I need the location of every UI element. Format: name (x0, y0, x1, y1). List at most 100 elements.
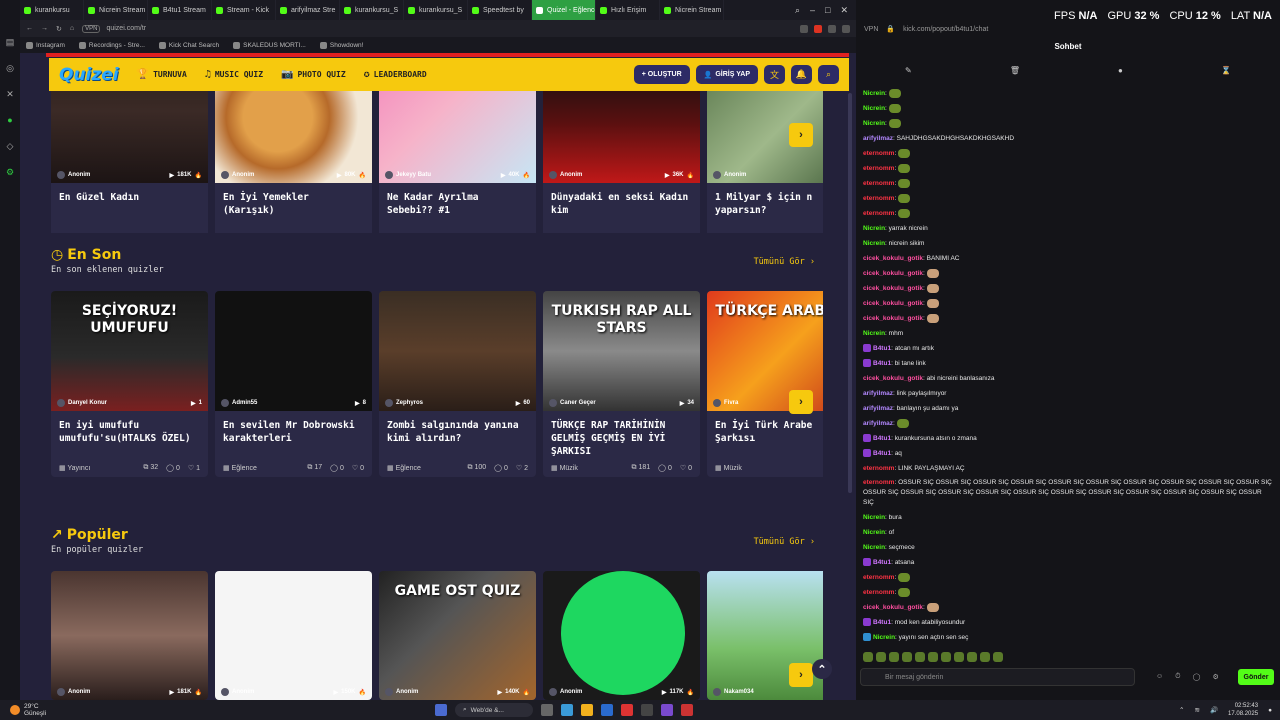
quiz-card[interactable]: Anonim ▶181K🔥 En Güzel Kadın▦ Güzellik⧉ 61… (51, 91, 208, 233)
bubble-icon[interactable]: ◯ (1193, 673, 1201, 681)
quiz-thumbnail[interactable]: GAME OST QUIZ Anonim ▶ 140K 🔥 (379, 571, 536, 700)
chat-username[interactable]: eternomm (863, 180, 894, 187)
browser-tab[interactable]: B4tu1 Stream (148, 0, 212, 20)
quiz-card[interactable]: Anonim 1 Milyar $ için n yaparsın?▦ Eğlen… (707, 91, 823, 233)
chat-username[interactable]: Nicrein (863, 90, 885, 97)
chat-username[interactable]: eternomm (863, 574, 894, 581)
chat-username[interactable]: Nicrein (863, 330, 885, 337)
chat-username[interactable]: Nicrein (863, 120, 885, 127)
quiz-thumbnail[interactable]: Anonim ▶ 150K 🔥 (215, 571, 372, 700)
quiz-title[interactable]: Dünyadaki en seksi Kadın kim (543, 183, 700, 231)
next-arrow-button[interactable]: › (789, 123, 813, 147)
quiz-card[interactable]: Zephyros ▶ 60 Zombi salgınında yanına kimi … (379, 291, 536, 477)
quiz-card[interactable]: Anonim ▶80K🔥 En İyi Yemekler (Karışık)▦ Ye… (215, 91, 372, 233)
quiz-thumbnail[interactable]: Anonim ▶ 181K 🔥 (51, 571, 208, 700)
quiz-thumbnail[interactable]: Anonim ▶ 117K 🔥 (543, 571, 700, 700)
menu-icon[interactable] (842, 24, 850, 33)
emote-icon[interactable] (915, 652, 925, 662)
quiz-card[interactable]: TÜRKÇE ARABESK Fivra En İyi Türk Arabe Şar… (707, 291, 823, 477)
dock-icon-3[interactable]: ◇ (4, 140, 16, 152)
app-icon[interactable] (641, 704, 653, 716)
home-icon[interactable]: ⌂ (70, 25, 74, 32)
bubble-icon[interactable]: ● (1118, 66, 1123, 78)
emote-icon[interactable] (941, 652, 951, 662)
chat-username[interactable]: Nicrein (863, 514, 885, 521)
quiz-card[interactable]: GAME OST QUIZ Anonim ▶ 140K 🔥 (379, 571, 536, 700)
chat-username[interactable]: arifyilmaz (863, 135, 893, 142)
quiz-title[interactable]: Ne Kadar Ayrılma Sebebi?? #1 (379, 183, 536, 231)
emote-icon[interactable] (928, 652, 938, 662)
emote-icon[interactable] (902, 652, 912, 662)
page-scrollbar[interactable] (848, 93, 852, 493)
emote-icon[interactable] (889, 652, 899, 662)
quiz-thumbnail[interactable]: SEÇİYORUZ! UMUFUFU Danyel Konur ▶ 1 (51, 291, 208, 411)
chat-username[interactable]: cicek_kokulu_gotik (863, 270, 923, 277)
site-logo[interactable]: Quizei (59, 65, 119, 85)
volume-icon[interactable]: 🔊 (1210, 706, 1218, 714)
chat-username[interactable]: eternomm (863, 165, 894, 172)
timer-icon[interactable]: ⏱ (1175, 673, 1180, 681)
search-tabs-icon[interactable]: ⌕ (795, 5, 800, 16)
login-button[interactable]: 👤 GİRİŞ YAP (695, 65, 758, 84)
chat-username[interactable]: cicek_kokulu_gotik (863, 300, 923, 307)
chat-username[interactable]: Nicrein (863, 225, 885, 232)
obs-icon[interactable] (681, 704, 693, 716)
quiz-title[interactable]: En İyi Türk Arabe Şarkısı (707, 411, 823, 459)
nav-item[interactable]: ♫ MUSIC QUIZ (205, 69, 263, 80)
quiz-card[interactable]: TURKISH RAP ALL STARS Caner Geçer ▶ 34 TÜRKÇ… (543, 291, 700, 477)
close-icon[interactable]: ✕ (840, 5, 848, 16)
next-arrow-button[interactable]: › (789, 390, 813, 414)
clock[interactable]: 02:52:43 17.08.2025 (1228, 702, 1258, 718)
quiz-title[interactable]: En sevilen Mr Dobrowski karakterleri (215, 411, 372, 459)
send-button[interactable]: Gönder (1238, 669, 1274, 685)
quiz-thumbnail[interactable]: Anonim ▶ 181K 🔥 (51, 91, 208, 183)
notification-icon[interactable]: ● (1268, 707, 1272, 714)
quiz-title[interactable]: En Güzel Kadın (51, 183, 208, 231)
chat-username[interactable]: Nicrein (863, 105, 885, 112)
chat-username[interactable]: B4tu1 (873, 360, 891, 367)
browser-tab[interactable]: kurankursu (20, 0, 84, 20)
quiz-thumbnail[interactable]: TURKISH RAP ALL STARS Caner Geçer ▶ 34 (543, 291, 700, 411)
browser-tab[interactable]: kurankursu_S (340, 0, 404, 20)
discord-icon[interactable] (661, 704, 673, 716)
quiz-card[interactable]: Admin55 ▶ 8 En sevilen Mr Dobrowski karakte… (215, 291, 372, 477)
weather-widget[interactable]: 29°C Güneşli (0, 703, 240, 717)
nav-item[interactable]: ✪ LEADERBOARD (364, 69, 427, 80)
chat-username[interactable]: Nicrein (873, 634, 895, 641)
chat-username[interactable]: Nicrein (863, 529, 885, 536)
quiz-thumbnail[interactable]: Zephyros ▶ 60 (379, 291, 536, 411)
url-field[interactable]: VPN quizei.com/tr (82, 24, 792, 33)
quiz-card[interactable]: Jekeyy Batu ▶ 40K 🔥 Ne Kadar Ayrılma Sebebi?… (379, 91, 536, 233)
forward-icon[interactable]: → (41, 25, 48, 32)
chat-username[interactable]: cicek_kokulu_gotik (863, 285, 923, 292)
quiz-title[interactable]: En İyi Yemekler (Karışık) (215, 183, 372, 231)
task-view-icon[interactable] (541, 704, 553, 716)
wifi-icon[interactable]: ≋ (1194, 706, 1199, 714)
browser-tab[interactable]: Quizel - Eğlenceli ve etk (532, 0, 596, 20)
translate-icon[interactable]: 文 (764, 65, 785, 84)
extension-icon[interactable] (828, 24, 836, 33)
extension-red-icon[interactable] (814, 24, 822, 33)
bookmark-item[interactable]: Kick Chat Search (158, 41, 219, 49)
quiz-card[interactable]: Anonim ▶36K🔥 Dünyadaki en seksi Kadın kim▦… (543, 91, 700, 233)
emote-icon[interactable] (967, 652, 977, 662)
emote-icon[interactable] (863, 652, 873, 662)
popular-see-all-link[interactable]: Tümünü Gör › (754, 537, 815, 547)
bookmark-item[interactable]: SKALEDUS MORTI... (233, 41, 306, 49)
chat-username[interactable]: eternomm (863, 195, 894, 202)
bell-icon[interactable]: 🔔 (791, 65, 812, 84)
store-icon[interactable] (601, 704, 613, 716)
chat-username[interactable]: eternomm (863, 465, 894, 472)
emote-icon[interactable] (954, 652, 964, 662)
quiz-card[interactable]: SEÇİYORUZ! UMUFUFU Danyel Konur ▶ 1 En iyi u… (51, 291, 208, 477)
pin-icon[interactable]: ✎ (905, 66, 912, 78)
reload-icon[interactable]: ↻ (56, 25, 62, 33)
browser-tab[interactable]: Stream - Kick (212, 0, 276, 20)
browser-tab[interactable]: arifyilmaz Stre (276, 0, 340, 20)
chat-username[interactable]: B4tu1 (873, 559, 891, 566)
chat-username[interactable]: arifyilmaz (863, 405, 893, 412)
latest-see-all-link[interactable]: Tümünü Gör › (754, 257, 815, 267)
chat-username[interactable]: cicek_kokulu_gotik (863, 315, 923, 322)
search-icon[interactable]: ⌕ (818, 65, 839, 84)
chat-username[interactable]: eternomm (863, 589, 894, 596)
